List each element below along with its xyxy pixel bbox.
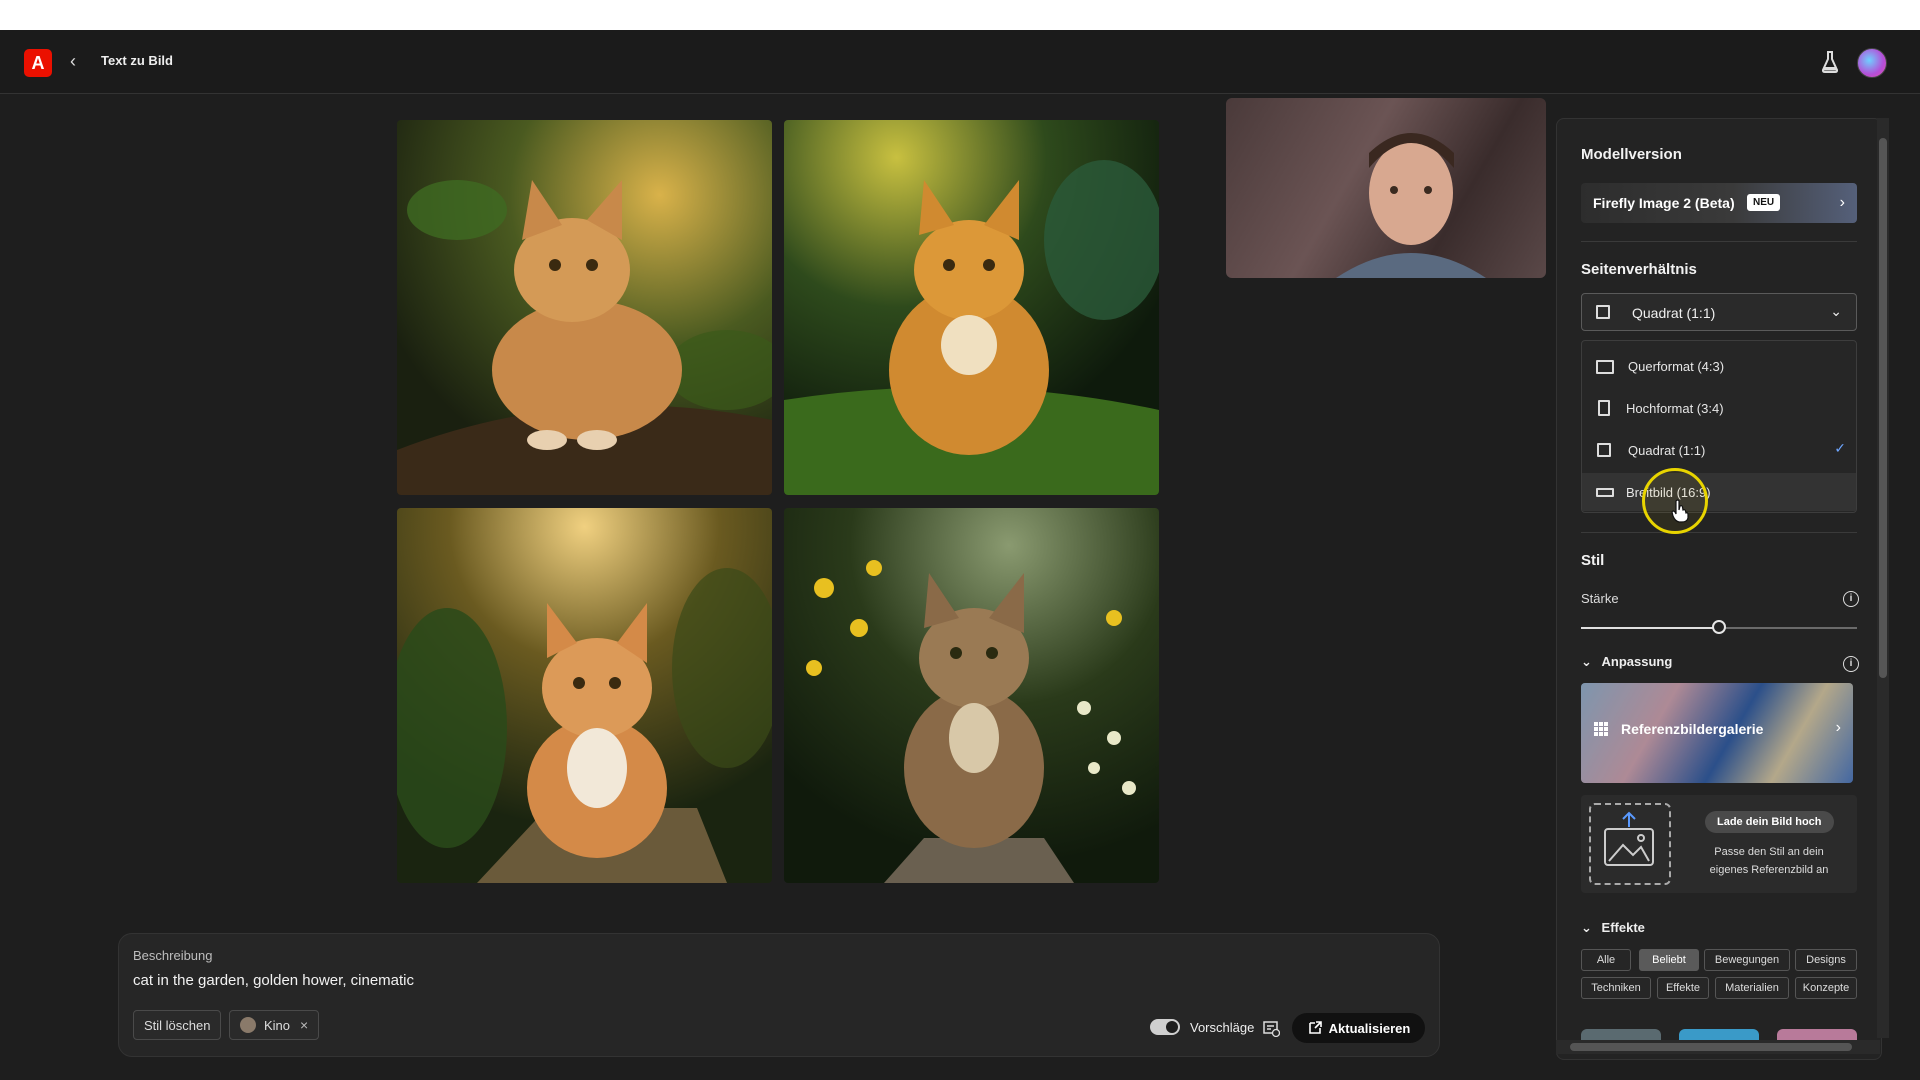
cat-image-2-art [784,120,1159,495]
adobe-logo-icon[interactable]: A [24,49,52,77]
cat-image-4-art [784,508,1159,883]
divider [1581,532,1857,533]
upload-dropzone[interactable] [1589,803,1671,885]
refresh-edit-icon [1308,1021,1322,1034]
chevron-down-icon: ⌄ [1581,654,1592,669]
landscape-ratio-icon [1596,360,1614,374]
effect-tag[interactable]: Techniken [1581,977,1651,999]
effect-tag[interactable]: Materialien [1715,977,1789,999]
effect-tag[interactable]: Bewegungen [1704,949,1790,971]
strength-label: Stärke [1581,591,1619,606]
portrait-ratio-icon [1598,400,1610,416]
prompt-bar: Beschreibung cat in the garden, golden h… [118,933,1440,1057]
browser-top-strip [0,0,1920,30]
close-icon[interactable]: × [300,1017,308,1033]
cat-image-4[interactable] [784,508,1159,883]
mouse-cursor-highlight [1642,468,1708,534]
effect-tag[interactable]: Designs [1795,949,1857,971]
customize-title: Anpassung [1601,654,1673,669]
cat-image-2[interactable] [784,120,1159,495]
update-label: Aktualisieren [1328,1020,1411,1036]
style-thumb-icon [240,1017,256,1033]
info-icon[interactable]: i [1843,591,1859,607]
effects-header[interactable]: ⌄ Effekte [1581,920,1645,936]
chevron-right-icon: › [1835,719,1841,736]
aspect-option-widescreen[interactable]: Breitbild (16:9) [1582,473,1856,511]
aspect-option-portrait[interactable]: Hochformat (3:4) [1582,389,1856,427]
info-icon[interactable]: i [1843,656,1859,672]
panel-horizontal-scrollbar[interactable] [1556,1040,1880,1054]
app-header: A ‹ Text zu Bild [0,30,1920,94]
scrollbar-thumb[interactable] [1570,1043,1852,1051]
strength-slider-thumb[interactable] [1712,620,1726,634]
cat-image-1-art [397,120,772,495]
model-version-title: Modellversion [1581,146,1682,163]
flask-icon[interactable] [1820,50,1840,74]
chevron-right-icon: › [1839,194,1845,211]
aspect-option-square[interactable]: Quadrat (1:1) ✓ [1582,431,1856,469]
style-chip-kino[interactable]: Kino × [229,1010,320,1040]
settings-panel: Modellversion Firefly Image 2 (Beta) NEU… [1556,118,1882,1060]
suggestions-toggle[interactable] [1150,1019,1180,1035]
reference-gallery-card[interactable]: Referenzbildergalerie › [1581,683,1853,783]
cat-image-3[interactable] [397,508,772,883]
aspect-option-landscape[interactable]: Querformat (4:3) [1582,347,1856,385]
image-upload-icon [1604,811,1654,866]
back-chevron-icon[interactable]: ‹ [70,51,86,71]
suggestions-label: Vorschläge [1190,1020,1255,1035]
gallery-label: Referenzbildergalerie [1621,721,1764,737]
strength-slider-fill [1581,627,1719,629]
panel-vertical-scrollbar[interactable] [1877,118,1889,1038]
widescreen-ratio-icon [1596,488,1614,497]
effect-tag[interactable]: Konzepte [1795,977,1857,999]
effect-tag[interactable]: Effekte [1657,977,1709,999]
update-button[interactable]: Aktualisieren [1292,1013,1425,1043]
cat-image-1[interactable] [397,120,772,495]
aspect-option-label: Quadrat (1:1) [1628,443,1706,458]
clear-style-button[interactable]: Stil löschen [133,1010,222,1040]
aspect-ratio-title: Seitenverhältnis [1581,261,1697,278]
style-title: Stil [1581,552,1605,569]
effect-tag[interactable]: Alle [1581,949,1631,971]
prompt-label: Beschreibung [133,948,213,963]
square-ratio-icon [1597,443,1611,457]
aspect-option-label: Hochformat (3:4) [1626,401,1724,416]
style-chip-label: Kino [264,1017,291,1033]
model-version-card[interactable]: Firefly Image 2 (Beta) NEU › [1581,183,1857,223]
webcam-overlay [1226,98,1546,278]
page-title: Text zu Bild [101,53,173,68]
chevron-down-icon: ⌄ [1830,303,1842,319]
new-badge: NEU [1747,194,1781,211]
webcam-person-icon [1336,133,1486,278]
aspect-ratio-dropdown: Querformat (4:3) Hochformat (3:4) Quadra… [1581,340,1857,513]
chevron-down-icon: ⌄ [1581,920,1592,935]
prompt-input[interactable]: cat in the garden, golden hower, cinemat… [133,972,414,989]
upload-image-button[interactable]: Lade dein Bild hoch [1705,811,1834,833]
checkmark-icon: ✓ [1834,440,1846,456]
aspect-ratio-value: Quadrat (1:1) [1632,305,1716,321]
aspect-ratio-select[interactable]: Quadrat (1:1) ⌄ [1581,293,1857,331]
customize-header[interactable]: ⌄ Anpassung [1581,654,1672,670]
avatar[interactable] [1857,48,1887,78]
clear-style-label: Stil löschen [144,1017,211,1033]
scrollbar-thumb[interactable] [1879,138,1887,678]
model-name: Firefly Image 2 (Beta) [1593,195,1735,211]
upload-description: Passe den Stil an dein eigenes Referenzb… [1709,846,1829,876]
effects-title: Effekte [1601,920,1645,935]
suggestions-settings-icon[interactable] [1262,1019,1280,1037]
aspect-option-label: Querformat (4:3) [1628,359,1725,374]
divider [1581,241,1857,242]
square-ratio-icon [1596,305,1610,319]
upload-reference-card[interactable]: Lade dein Bild hoch Passe den Stil an de… [1581,795,1857,893]
effect-tag-active[interactable]: Beliebt [1639,949,1699,971]
grid-icon [1594,722,1608,736]
hand-cursor-icon [1671,499,1689,523]
cat-image-3-art [397,508,772,883]
